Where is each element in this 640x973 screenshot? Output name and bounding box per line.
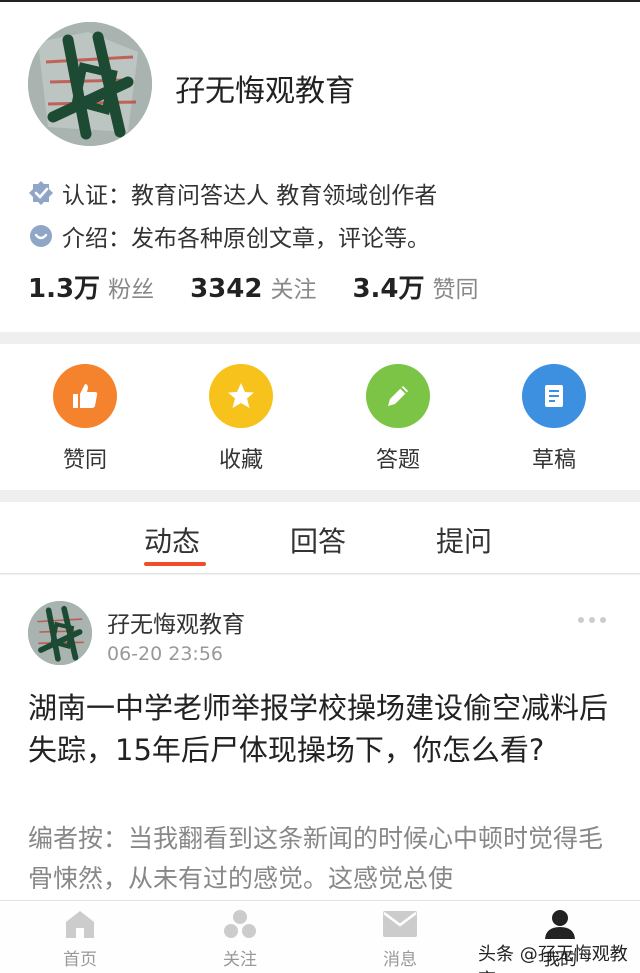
verify-label: 认证：: [62, 183, 131, 209]
avatar-image: [28, 601, 92, 665]
stat-label: 粉丝: [108, 277, 155, 303]
action-drafts[interactable]: 草稿: [509, 364, 599, 474]
stat-number: 3342: [190, 274, 263, 304]
stat-label: 关注: [270, 277, 317, 303]
intro-text: 发布各种原创文章，评论等。: [131, 226, 430, 252]
intro-icon: [30, 225, 52, 247]
nav-label: 关注: [223, 950, 257, 970]
action-favorite[interactable]: 收藏: [196, 364, 286, 474]
post-time: 06-20 23:56: [107, 643, 224, 665]
pencil-icon: [366, 364, 430, 428]
post-author[interactable]: 孖无悔观教育: [107, 605, 245, 639]
follow-icon: [200, 907, 280, 941]
action-label: 草稿: [531, 448, 576, 473]
nav-messages[interactable]: 消息: [360, 907, 440, 970]
post-excerpt[interactable]: 编者按：当我翻看到这条新闻的时候心中顿时觉得毛骨悚然，从未有过的感觉。这感觉总使: [28, 819, 618, 899]
action-answer[interactable]: 答题: [353, 364, 443, 474]
profile-header: 孖无悔观教育 认证： 教育问答达人 教育领域创作者 介绍： 发布各种原创文章，评…: [0, 0, 640, 332]
stat-fans[interactable]: 1.3万 粉丝: [28, 268, 154, 305]
nav-home[interactable]: 首页: [40, 907, 120, 970]
tab-answers[interactable]: 回答: [290, 520, 346, 560]
feed: 孖无悔观教育 06-20 23:56 湖南一中学老师举报学校操场建设偷空减料后失…: [0, 575, 640, 905]
post-avatar[interactable]: [28, 601, 92, 665]
nav-follow[interactable]: 关注: [200, 907, 280, 970]
stat-number: 1.3万: [28, 274, 101, 304]
verify-row: 认证： 教育问答达人 教育领域创作者: [28, 176, 437, 210]
action-like[interactable]: 赞同: [40, 364, 130, 474]
tab-questions[interactable]: 提问: [436, 520, 492, 560]
verify-text: 教育问答达人 教育领域创作者: [131, 183, 438, 209]
user-icon: [520, 907, 600, 941]
avatar-image: [28, 22, 152, 146]
intro-row: 介绍： 发布各种原创文章，评论等。: [28, 219, 430, 253]
nav-label: 首页: [63, 950, 97, 970]
action-label: 答题: [375, 448, 420, 473]
stat-number: 3.4万: [352, 274, 425, 304]
home-icon: [40, 907, 120, 941]
star-icon: [209, 364, 273, 428]
stat-following[interactable]: 3342 关注: [190, 270, 316, 304]
post-title[interactable]: 湖南一中学老师举报学校操场建设偷空减料后失踪，15年后尸体现操场下，你怎么看?: [28, 687, 618, 771]
action-label: 收藏: [218, 448, 263, 473]
content-tabs: 动态 回答 提问: [0, 502, 640, 574]
active-tab-indicator: [144, 562, 206, 566]
watermark: 头条 @孖无悔观教育: [478, 944, 628, 973]
nav-label: 消息: [383, 950, 417, 970]
verified-icon: [29, 181, 53, 205]
intro-label: 介绍：: [62, 226, 131, 252]
tab-activity[interactable]: 动态: [144, 520, 200, 560]
stat-likes[interactable]: 3.4万 赞同: [352, 268, 478, 305]
profile-name: 孖无悔观教育: [175, 74, 355, 109]
document-icon: [522, 364, 586, 428]
avatar[interactable]: [28, 22, 152, 146]
thumbs-up-icon: [53, 364, 117, 428]
action-grid: 赞同 收藏 答题 草稿: [0, 344, 640, 490]
mail-icon: [360, 907, 440, 941]
stat-label: 赞同: [432, 277, 479, 303]
profile-stats: 1.3万 粉丝 3342 关注 3.4万 赞同: [28, 268, 515, 305]
more-options-icon[interactable]: [578, 617, 606, 623]
action-label: 赞同: [62, 448, 107, 473]
